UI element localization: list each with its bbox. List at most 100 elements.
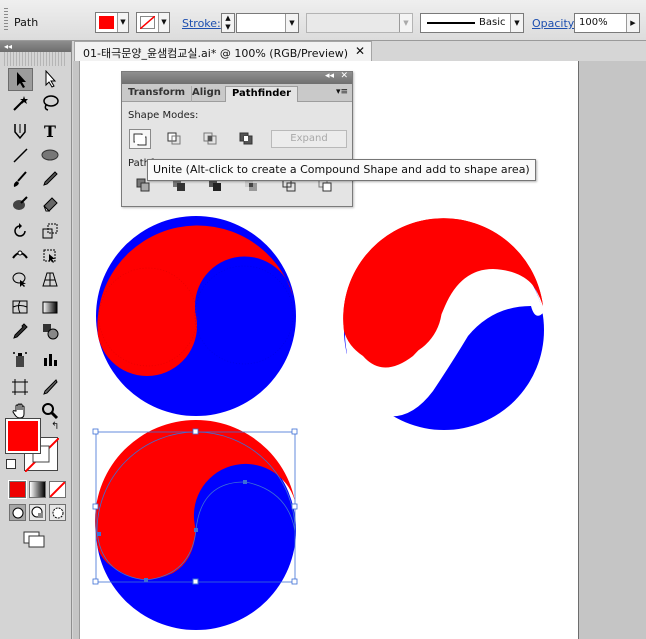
close-icon[interactable]: ✕ (340, 71, 348, 81)
selection-arrow-icon (17, 72, 26, 88)
direct-selection-icon (45, 70, 57, 88)
tab-align[interactable]: Align (186, 86, 228, 102)
brush-stroke-preview (427, 22, 475, 24)
collapse-icon[interactable]: ◂◂ (325, 71, 334, 81)
mesh-tool[interactable] (8, 296, 33, 319)
control-bar: Path ▼ ▼ Stroke: ▲ ▼ ▼ ▼ Basic ▼ Opacity: (0, 0, 646, 41)
none-mode-button[interactable] (49, 481, 66, 498)
fill-color-swatch[interactable] (5, 418, 41, 454)
exclude-icon (239, 132, 253, 145)
screen-mode-button[interactable] (22, 530, 48, 548)
artboard-tool[interactable] (8, 376, 33, 399)
document-title: 01-태극문양_윤샘컴교실.ai* @ 100% (RGB/Preview) (83, 47, 349, 60)
ellipse-tool[interactable] (38, 144, 63, 167)
mesh-icon (12, 300, 28, 314)
chevron-down-icon: ▼ (158, 13, 169, 32)
width-icon (12, 250, 28, 259)
taegeuk-shape-3[interactable] (92, 420, 298, 630)
pencil-tool[interactable] (38, 168, 63, 191)
opacity-field[interactable]: 100% ▶ (574, 13, 640, 33)
column-graph-icon (44, 354, 57, 366)
stroke-link[interactable]: Stroke: (182, 17, 221, 30)
eyedropper-tool[interactable] (8, 320, 33, 343)
paintbrush-tool[interactable] (8, 168, 33, 191)
draw-behind-button[interactable] (29, 504, 46, 521)
artboard-icon (12, 379, 28, 395)
opacity-link[interactable]: Opacity: (532, 17, 577, 30)
fill-swatch-dropdown[interactable]: ▼ (95, 12, 129, 33)
fill-stroke-control: ↰ (5, 418, 66, 479)
collapse-icon[interactable]: ◂◂ (4, 42, 12, 51)
tab-transform[interactable]: Transform (122, 86, 193, 102)
gradient-mode-button[interactable] (29, 481, 46, 498)
lasso-tool[interactable] (38, 92, 63, 115)
symbol-sprayer-icon (13, 352, 27, 367)
taegeuk-shape-2[interactable] (343, 218, 544, 430)
panel-titlebar[interactable]: ◂◂ ✕ (122, 71, 352, 84)
symbol-sprayer-tool[interactable] (8, 348, 33, 371)
line-segment-tool[interactable] (8, 144, 33, 167)
width-tool[interactable] (8, 244, 33, 267)
brush-label: Basic (479, 17, 506, 28)
selection-tool[interactable] (8, 68, 33, 91)
stroke-swatch-dropdown[interactable]: ▼ (136, 12, 170, 33)
unite-icon (133, 133, 147, 146)
draw-inside-icon (52, 507, 64, 519)
perspective-grid-tool[interactable] (38, 268, 63, 291)
brush-definition-dropdown[interactable]: Basic ▼ (420, 13, 524, 33)
swap-fill-stroke-icon[interactable]: ↰ (51, 421, 59, 432)
illustrator-window: Path ▼ ▼ Stroke: ▲ ▼ ▼ ▼ Basic ▼ Opacity: (0, 0, 646, 639)
exclude-button[interactable] (236, 129, 258, 149)
unite-button[interactable] (129, 129, 151, 149)
document-tab[interactable]: 01-태극문양_윤샘컴교실.ai* @ 100% (RGB/Preview) ✕ (74, 41, 372, 61)
eraser-tool[interactable] (38, 192, 63, 215)
default-fill-stroke-icon[interactable] (6, 459, 16, 469)
chevron-down-icon: ▼ (399, 14, 412, 32)
object-type-label: Path (14, 16, 39, 29)
unite-tooltip: Unite (Alt-click to create a Compound Sh… (147, 159, 536, 181)
draw-normal-button[interactable] (9, 504, 26, 521)
taegeuk-shape-1[interactable] (96, 216, 296, 416)
gradient-tool[interactable] (38, 296, 63, 319)
free-transform-tool[interactable] (38, 244, 63, 267)
tools-panel-header[interactable]: ◂◂ (0, 41, 71, 52)
column-graph-tool[interactable] (38, 348, 63, 371)
stroke-none-icon (140, 16, 155, 29)
svg-text:T: T (44, 122, 56, 140)
tools-panel: ◂◂ T ↰ (0, 41, 72, 639)
panel-menu-icon[interactable]: ▾≡ (336, 87, 348, 97)
expand-button[interactable]: Expand (271, 130, 347, 148)
scale-tool[interactable] (38, 220, 63, 243)
hand-icon (12, 403, 25, 419)
shape-builder-tool[interactable] (8, 268, 33, 291)
magic-wand-icon (13, 96, 28, 111)
minus-front-button[interactable] (164, 129, 186, 149)
direct-selection-tool[interactable] (38, 68, 63, 91)
gradient-icon (42, 301, 58, 314)
slice-tool[interactable] (38, 376, 63, 399)
variable-width-profile-dropdown[interactable]: ▼ (306, 13, 413, 33)
tools-panel-grip[interactable] (4, 52, 67, 66)
rotate-tool[interactable] (8, 220, 33, 243)
blend-tool[interactable] (38, 320, 63, 343)
magic-wand-tool[interactable] (8, 92, 33, 115)
control-bar-grip[interactable] (4, 8, 8, 32)
intersect-button[interactable] (200, 129, 222, 149)
stroke-weight-field[interactable]: ▼ (236, 13, 299, 33)
stroke-weight-stepper[interactable]: ▲ ▼ (221, 13, 235, 33)
blend-icon (43, 324, 59, 340)
blob-brush-tool[interactable] (8, 192, 33, 215)
shape-builder-icon (12, 272, 26, 287)
minus-front-icon (167, 132, 181, 145)
draw-inside-button[interactable] (49, 504, 66, 521)
color-mode-button[interactable] (8, 480, 27, 499)
chevron-right-icon: ▶ (626, 14, 639, 32)
slice-icon (43, 379, 58, 395)
color-mode-row (6, 480, 66, 499)
close-icon[interactable]: ✕ (355, 44, 365, 58)
pen-tool[interactable] (8, 120, 33, 143)
shape-modes-label: Shape Modes: (128, 110, 199, 121)
type-tool[interactable]: T (38, 120, 63, 143)
panel-tabs: Transform Align Pathfinder ▾≡ (122, 84, 352, 102)
tab-pathfinder[interactable]: Pathfinder (225, 86, 299, 102)
